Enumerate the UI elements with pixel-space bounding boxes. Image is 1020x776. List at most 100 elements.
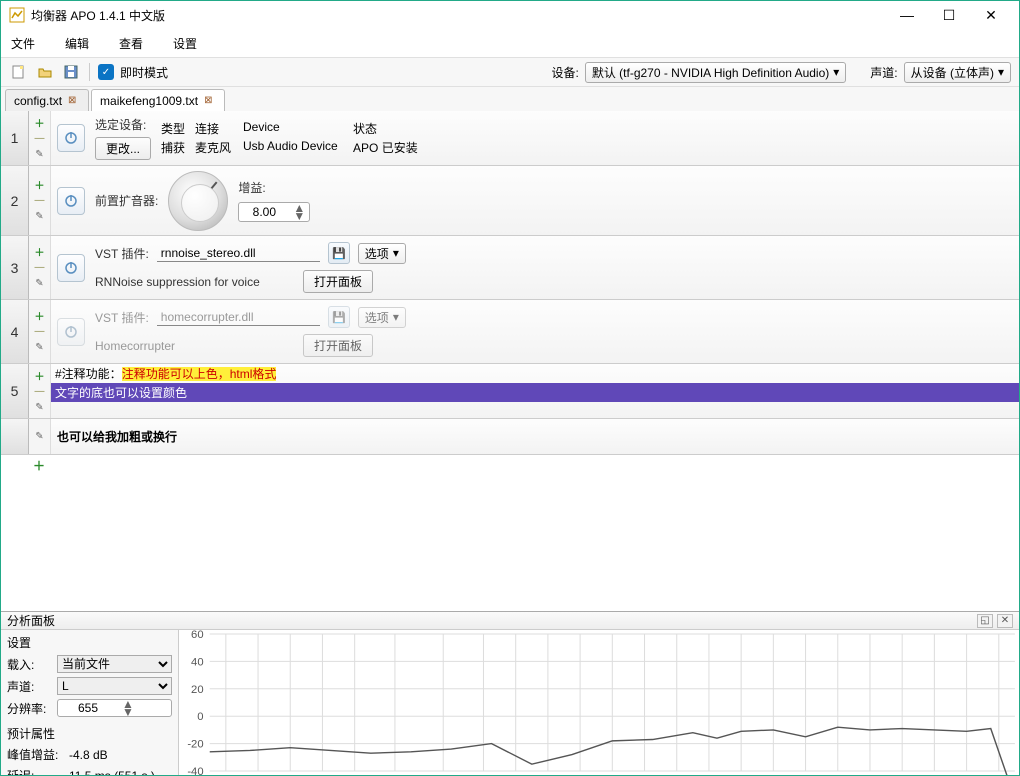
- delay-value: 11.5 ms (551 s.): [69, 769, 155, 776]
- comment-text: #注释功能：: [55, 367, 122, 381]
- open-panel-button[interactable]: 打开面板: [303, 270, 373, 293]
- res-spinner[interactable]: ▲▼: [57, 699, 172, 717]
- bold-text[interactable]: 也可以给我加粗或换行: [51, 419, 1019, 454]
- plugin-name: Homecorrupter: [95, 339, 295, 353]
- add-button[interactable]: ＋: [33, 115, 47, 129]
- select-device-label: 选定设备:: [95, 116, 151, 133]
- row-number: [1, 419, 29, 454]
- power-toggle[interactable]: [57, 187, 85, 215]
- power-toggle[interactable]: [57, 318, 85, 346]
- vst-label: VST 插件:: [95, 245, 149, 262]
- svg-text:20: 20: [191, 684, 204, 696]
- row-vst-rnnoise: 3 ＋—✎ VST 插件: 💾 选项 ▾ RNNoise suppression…: [1, 236, 1019, 300]
- save-file-button[interactable]: [61, 62, 81, 82]
- row-bold-comment: ✎ 也可以给我加粗或换行: [1, 419, 1019, 455]
- close-icon[interactable]: ⊠: [68, 95, 80, 107]
- remove-button[interactable]: —: [33, 325, 47, 339]
- maximize-button[interactable]: ☐: [929, 3, 969, 27]
- vst-dll-input[interactable]: [157, 309, 320, 326]
- add-button[interactable]: ＋: [33, 178, 47, 192]
- edit-button[interactable]: ✎: [33, 210, 47, 224]
- menu-file[interactable]: 文件: [11, 35, 35, 52]
- analysis-chart: 6040200-20-40: [179, 630, 1019, 775]
- new-file-button[interactable]: [9, 62, 29, 82]
- chevron-down-icon: ▾: [393, 310, 399, 324]
- vst-dll-input[interactable]: [157, 245, 320, 262]
- svg-text:-20: -20: [187, 739, 203, 751]
- delay-label: 延迟:: [7, 767, 65, 775]
- window-title: 均衡器 APO 1.4.1 中文版: [31, 7, 887, 24]
- close-icon[interactable]: ⊠: [204, 95, 216, 107]
- options-dropdown[interactable]: 选项 ▾: [358, 243, 406, 264]
- save-icon[interactable]: 💾: [328, 242, 350, 264]
- device-table: 类型 连接 Device 状态 捕获 麦克风 Usb Audio Device …: [161, 120, 1013, 156]
- comment-highlight: 注释功能可以上色，html格式: [122, 367, 277, 381]
- menubar: 文件 编辑 查看 设置: [1, 29, 1019, 57]
- tab-config[interactable]: config.txt ⊠: [5, 89, 89, 111]
- menu-settings[interactable]: 设置: [173, 35, 197, 52]
- remove-button[interactable]: —: [33, 131, 47, 145]
- row-number: 2: [1, 166, 29, 235]
- peak-value: -4.8 dB: [69, 748, 108, 762]
- ch-label: 声道:: [7, 678, 53, 695]
- gain-input[interactable]: [239, 205, 289, 219]
- close-button[interactable]: ✕: [971, 3, 1011, 27]
- gain-knob[interactable]: [168, 171, 228, 231]
- close-panel-button[interactable]: ✕: [997, 614, 1013, 628]
- svg-text:60: 60: [191, 630, 204, 641]
- row-device: 1 ＋ — ✎ 选定设备: 更改... 类型 连接 Device 状态 捕获 麦克风…: [1, 111, 1019, 166]
- chevron-down-icon: ▾: [833, 65, 839, 79]
- channel-select[interactable]: 从设备 (立体声)▾: [904, 62, 1011, 83]
- row-number: 4: [1, 300, 29, 363]
- ch-select[interactable]: L: [57, 677, 172, 695]
- settings-header: 设置: [7, 634, 172, 651]
- menu-edit[interactable]: 编辑: [65, 35, 89, 52]
- change-button[interactable]: 更改...: [95, 137, 151, 160]
- tab-maikefeng[interactable]: maikefeng1009.txt ⊠: [91, 89, 225, 111]
- tab-label: maikefeng1009.txt: [100, 94, 198, 108]
- edit-button[interactable]: ✎: [33, 400, 47, 414]
- add-button[interactable]: ＋: [33, 309, 47, 323]
- save-icon[interactable]: 💾: [328, 306, 350, 328]
- peak-label: 峰值增益:: [7, 746, 65, 763]
- val-conn: 麦克风: [195, 139, 239, 156]
- open-panel-button[interactable]: 打开面板: [303, 334, 373, 357]
- open-file-button[interactable]: [35, 62, 55, 82]
- options-dropdown[interactable]: 选项 ▾: [358, 307, 406, 328]
- col-type: 类型: [161, 120, 191, 137]
- remove-button[interactable]: —: [33, 194, 47, 208]
- instant-mode-checkbox[interactable]: ✓: [98, 64, 114, 80]
- minimize-button[interactable]: —: [887, 3, 927, 27]
- edit-button[interactable]: ✎: [33, 430, 47, 444]
- edit-button[interactable]: ✎: [33, 341, 47, 355]
- row-number: 5: [1, 364, 29, 418]
- col-device: Device: [243, 120, 349, 137]
- load-label: 载入:: [7, 656, 53, 673]
- device-select[interactable]: 默认 (tf-g270 - NVIDIA High Definition Aud…: [585, 62, 846, 83]
- editor: 1 ＋ — ✎ 选定设备: 更改... 类型 连接 Device 状态 捕获 麦克风…: [1, 111, 1019, 611]
- row-number: 1: [1, 111, 29, 165]
- add-button[interactable]: ＋: [33, 368, 47, 382]
- dock-button[interactable]: ◱: [977, 614, 993, 628]
- preamp-label: 前置扩音器:: [95, 192, 158, 209]
- gain-spinner[interactable]: ▲▼: [238, 202, 310, 222]
- instant-mode-label: 即时模式: [120, 64, 168, 81]
- tab-label: config.txt: [14, 94, 62, 108]
- power-toggle[interactable]: [57, 124, 85, 152]
- gain-label: 增益:: [238, 179, 265, 196]
- add-row-button[interactable]: ＋: [33, 457, 45, 474]
- menu-view[interactable]: 查看: [119, 35, 143, 52]
- remove-button[interactable]: —: [33, 384, 47, 398]
- device-label: 设备:: [551, 64, 578, 81]
- load-select[interactable]: 当前文件: [57, 655, 172, 673]
- chevron-down-icon: ▾: [998, 65, 1004, 79]
- add-button[interactable]: ＋: [33, 245, 47, 259]
- edit-button[interactable]: ✎: [33, 277, 47, 291]
- power-toggle[interactable]: [57, 254, 85, 282]
- col-status: 状态: [353, 120, 1013, 137]
- edit-button[interactable]: ✎: [33, 147, 47, 161]
- est-header: 预计属性: [7, 725, 172, 742]
- remove-button[interactable]: —: [33, 261, 47, 275]
- comment-body[interactable]: #注释功能：注释功能可以上色，html格式 文字的底也可以设置颜色: [51, 364, 1019, 418]
- val-status: APO 已安装: [353, 139, 1013, 156]
